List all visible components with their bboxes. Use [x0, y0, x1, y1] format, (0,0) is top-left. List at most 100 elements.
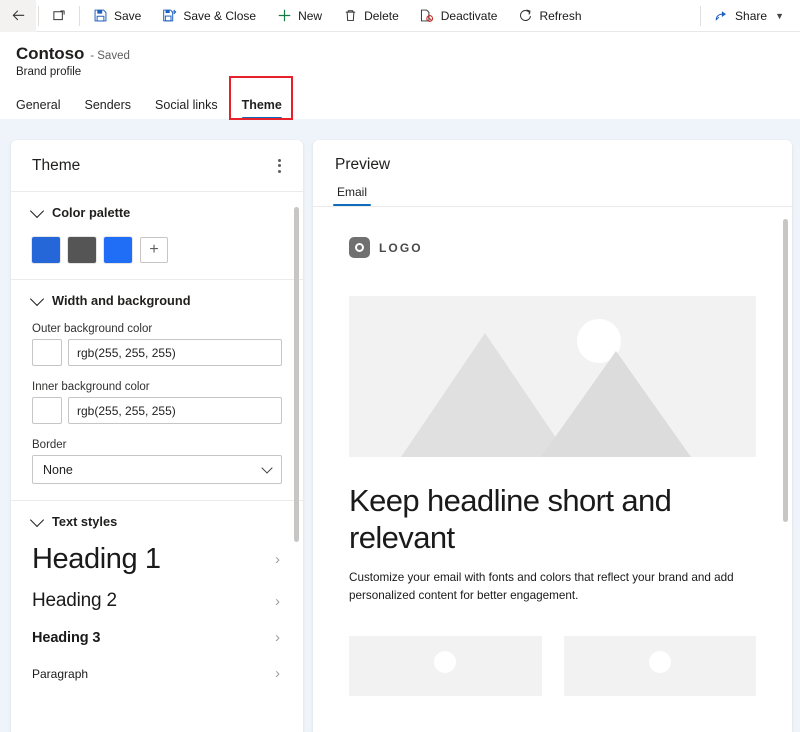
refresh-icon: [517, 8, 533, 24]
chevron-down-icon: [261, 461, 273, 474]
share-button[interactable]: Share ▼: [703, 0, 794, 32]
section-color-palette: Color palette +: [11, 192, 303, 280]
border-select[interactable]: None: [32, 455, 282, 484]
theme-panel-scroll-area: Color palette + Width and background Out…: [11, 192, 303, 732]
sun-shape: [434, 650, 457, 673]
color-swatch-3[interactable]: [104, 237, 132, 263]
text-style-row-heading-1[interactable]: Heading 1 ›: [32, 541, 282, 578]
preview-panel-scrollbar[interactable]: [783, 219, 788, 522]
tab-social-links-label: Social links: [155, 97, 218, 112]
deactivate-icon: [419, 8, 435, 24]
save-icon: [92, 8, 108, 24]
text-styles-header[interactable]: Text styles: [29, 512, 282, 529]
email-logo: LOGO: [349, 237, 756, 258]
color-palette-title: Color palette: [52, 205, 131, 220]
text-style-row-heading-3[interactable]: Heading 3 ›: [32, 627, 282, 648]
refresh-button[interactable]: Refresh: [507, 0, 591, 32]
preview-tab-email[interactable]: Email: [332, 185, 372, 206]
width-background-header[interactable]: Width and background: [29, 291, 282, 308]
plus-icon: +: [149, 241, 159, 258]
text-style-label: Heading 2: [32, 590, 117, 611]
color-swatch-list: +: [32, 237, 282, 263]
outer-background-color-field: [32, 339, 282, 366]
back-arrow-icon: [10, 8, 26, 24]
theme-panel: Theme Color palette + Width and backgrou…: [11, 140, 303, 732]
new-button[interactable]: New: [266, 0, 332, 32]
divider: [38, 5, 39, 26]
tab-senders-label: Senders: [84, 97, 132, 112]
logo-text: LOGO: [379, 240, 423, 255]
outer-background-color-input[interactable]: [68, 339, 282, 366]
workspace: Theme Color palette + Width and backgrou…: [0, 131, 800, 732]
tab-theme-label: Theme: [241, 97, 282, 112]
chevron-right-icon: ›: [275, 551, 280, 568]
text-style-row-heading-2[interactable]: Heading 2 ›: [32, 588, 282, 614]
email-preview-canvas: LOGO Keep headline short and relevant Cu…: [313, 207, 792, 732]
more-options-icon[interactable]: [272, 153, 287, 179]
save-state-label: - Saved: [90, 50, 130, 62]
chevron-down-icon: ▼: [775, 10, 784, 21]
text-style-label: Paragraph: [32, 666, 89, 681]
chevron-down-icon: [29, 203, 45, 218]
text-style-row-paragraph[interactable]: Paragraph ›: [32, 663, 282, 684]
deactivate-label: Deactivate: [440, 8, 498, 23]
new-label: New: [298, 8, 323, 23]
section-text-styles: Text styles Heading 1 › Heading 2 › Head…: [11, 501, 303, 700]
record-title-row: Contoso - Saved: [16, 44, 784, 64]
preview-tab-list: Email: [332, 185, 770, 206]
tab-social-links[interactable]: Social links: [143, 97, 230, 120]
text-style-label: Heading 3: [32, 629, 101, 646]
chevron-right-icon: ›: [275, 629, 280, 646]
command-bar: Save Save & Close New Delete Deactivate …: [0, 0, 800, 32]
text-styles-title: Text styles: [52, 514, 118, 529]
page-title: Contoso: [16, 44, 85, 63]
open-in-new-window-button[interactable]: [41, 0, 77, 32]
border-select-value: None: [43, 462, 73, 477]
delete-button[interactable]: Delete: [332, 0, 409, 32]
chevron-right-icon: ›: [275, 665, 280, 682]
color-swatch-2[interactable]: [68, 237, 96, 263]
tab-theme[interactable]: Theme: [230, 97, 294, 120]
logo-icon: [349, 237, 370, 258]
save-and-close-button[interactable]: Save & Close: [151, 0, 266, 32]
inner-background-color-label: Inner background color: [32, 381, 150, 393]
back-button[interactable]: [0, 0, 36, 32]
outer-background-color-chip[interactable]: [32, 339, 62, 366]
email-card-placeholder-2: [563, 635, 756, 696]
email-headline: Keep headline short and relevant: [349, 483, 672, 555]
tab-senders[interactable]: Senders: [72, 97, 143, 120]
border-label: Border: [32, 439, 67, 451]
save-and-close-label: Save & Close: [183, 8, 257, 23]
save-label: Save: [114, 8, 142, 23]
email-document: LOGO Keep headline short and relevant Cu…: [313, 207, 792, 696]
plus-icon: [276, 8, 292, 24]
chevron-right-icon: ›: [275, 592, 280, 610]
mountain-shape-small: [541, 351, 691, 457]
color-palette-header[interactable]: Color palette: [29, 203, 282, 220]
add-color-button[interactable]: +: [140, 237, 168, 263]
inner-background-color-chip[interactable]: [32, 397, 62, 424]
save-button[interactable]: Save: [82, 0, 151, 32]
deactivate-button[interactable]: Deactivate: [409, 0, 508, 32]
tab-general[interactable]: General: [16, 97, 72, 120]
email-card-placeholder-1: [349, 635, 542, 696]
text-style-label: Heading 1: [32, 543, 161, 575]
width-background-title: Width and background: [52, 293, 191, 308]
preview-panel-title: Preview: [335, 156, 391, 173]
divider: [700, 5, 702, 26]
inner-background-color-field: [32, 397, 282, 424]
entity-type-label: Brand profile: [16, 66, 82, 78]
section-width-and-background: Width and background Outer background co…: [11, 280, 303, 501]
inner-background-color-input[interactable]: [68, 397, 282, 424]
tab-general-label: General: [16, 97, 61, 112]
theme-panel-scrollbar[interactable]: [294, 207, 299, 542]
preview-panel: Preview Email LOGO Keep headline short a…: [313, 140, 792, 732]
chevron-down-icon: [29, 291, 45, 306]
share-label: Share: [735, 8, 768, 23]
outer-background-color-label: Outer background color: [32, 323, 153, 335]
theme-panel-header: Theme: [11, 140, 303, 192]
color-swatch-1[interactable]: [32, 237, 60, 263]
trash-icon: [342, 8, 358, 24]
preview-panel-header: Preview Email: [313, 140, 792, 207]
popout-icon: [51, 8, 67, 24]
